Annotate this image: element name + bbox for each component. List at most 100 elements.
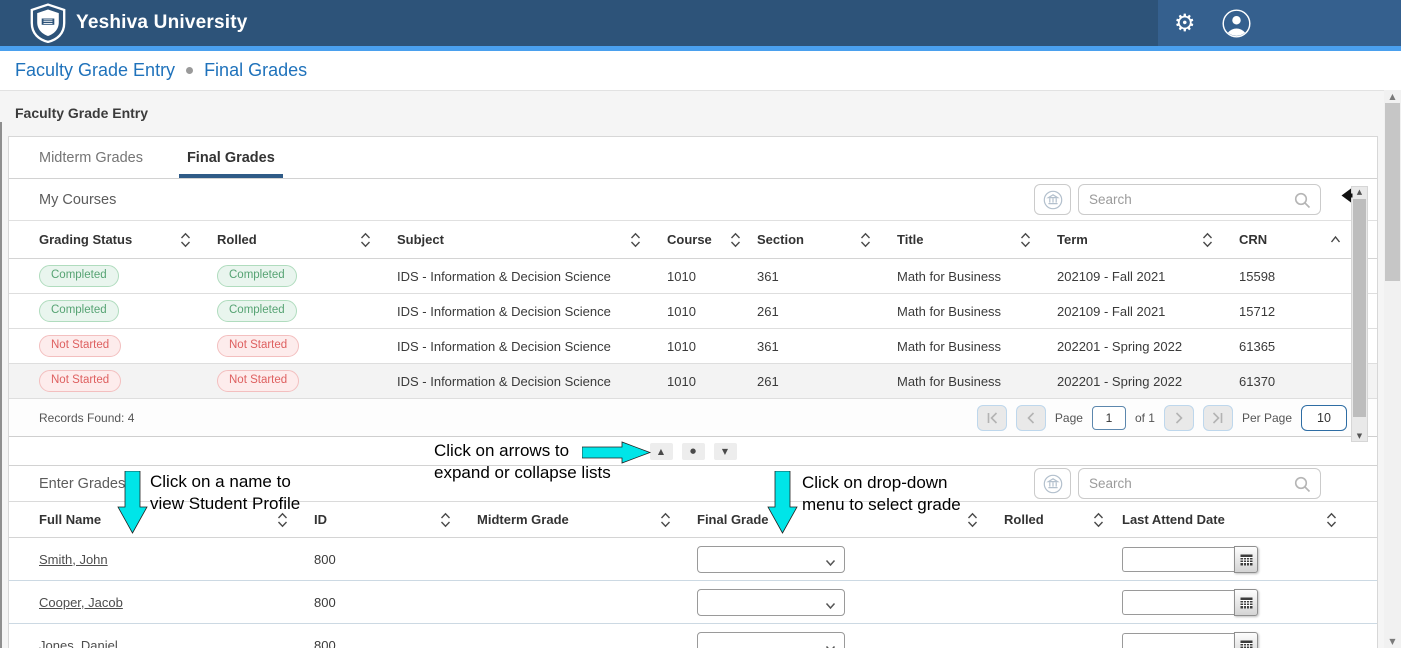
student-name-link[interactable]: Smith, John: [39, 552, 108, 567]
column-term[interactable]: Term: [1057, 232, 1239, 248]
scroll-down-icon[interactable]: ▼: [1384, 637, 1401, 646]
grading-status-badge: Completed: [39, 265, 119, 287]
calendar-icon[interactable]: [1234, 632, 1258, 648]
courses-search-input[interactable]: [1079, 192, 1320, 207]
column-rolled[interactable]: Rolled: [1004, 512, 1122, 528]
final-grade-dropdown[interactable]: [697, 632, 845, 648]
brand-name: Yeshiva University: [76, 12, 248, 34]
annotation-arrow-right-icon: [582, 441, 652, 469]
course-row[interactable]: Completed Completed IDS - Information & …: [9, 259, 1377, 294]
last-attend-date-input[interactable]: [1122, 633, 1234, 648]
last-page-button[interactable]: [1203, 405, 1233, 431]
column-last-attend-date[interactable]: Last Attend Date: [1122, 512, 1347, 528]
sort-icon: [1202, 232, 1213, 248]
courses-table-header: Grading Status Rolled Subject Course Sec…: [9, 221, 1377, 259]
user-profile-icon[interactable]: [1222, 9, 1251, 38]
sort-icon: [660, 512, 671, 528]
column-midterm-grade[interactable]: Midterm Grade: [477, 512, 697, 528]
cell-term: 202201 - Spring 2022: [1057, 374, 1239, 389]
tab-final-grades[interactable]: Final Grades: [187, 137, 275, 178]
grades-search-input[interactable]: [1079, 476, 1320, 491]
scroll-up-icon[interactable]: ▲: [1384, 92, 1401, 101]
rolled-badge: Completed: [217, 265, 297, 287]
sort-icon: [967, 512, 978, 528]
column-grading-status[interactable]: Grading Status: [39, 232, 217, 248]
collapse-up-icon[interactable]: ▲: [650, 443, 673, 460]
student-name-link[interactable]: Cooper, Jacob: [39, 595, 123, 610]
column-subject[interactable]: Subject: [397, 232, 667, 248]
scrollbar-thumb[interactable]: [1353, 199, 1366, 417]
cell-subject: IDS - Information & Decision Science: [397, 304, 667, 319]
cell-title: Math for Business: [897, 374, 1057, 389]
resize-handle-dot-icon[interactable]: ●: [682, 443, 705, 460]
scrollbar-thumb[interactable]: [1385, 103, 1400, 281]
breadcrumb-faculty-grade-entry[interactable]: Faculty Grade Entry: [15, 60, 175, 81]
cell-crn: 15598: [1239, 269, 1347, 284]
courses-tools-institution-icon[interactable]: [1034, 184, 1071, 215]
breadcrumb-final-grades[interactable]: Final Grades: [204, 60, 307, 81]
sort-icon: [860, 232, 871, 248]
left-panel-handle[interactable]: [0, 122, 2, 648]
sort-icon: [180, 232, 191, 248]
navbar-actions: ⚙: [1158, 0, 1401, 46]
column-section[interactable]: Section: [757, 232, 897, 248]
page-title: Faculty Grade Entry: [15, 105, 148, 121]
course-row[interactable]: Not Started Not Started IDS - Informatio…: [9, 364, 1377, 399]
annotation-student-profile: Click on a name to view Student Profile: [150, 471, 300, 515]
settings-gear-icon[interactable]: ⚙: [1174, 11, 1196, 35]
courses-search-box: [1078, 184, 1321, 215]
per-page-label: Per Page: [1242, 411, 1292, 425]
page-number-input[interactable]: [1092, 406, 1126, 430]
course-row[interactable]: Not Started Not Started IDS - Informatio…: [9, 329, 1377, 364]
expand-down-icon[interactable]: ▼: [714, 443, 737, 460]
content-area: Faculty Grade Entry Midterm Grades Final…: [0, 91, 1401, 648]
scroll-up-icon[interactable]: ▲: [1352, 188, 1367, 196]
calendar-icon[interactable]: [1234, 589, 1258, 616]
tab-midterm-grades[interactable]: Midterm Grades: [39, 137, 143, 178]
grades-search-box: [1078, 468, 1321, 499]
cell-term: 202201 - Spring 2022: [1057, 339, 1239, 354]
page-scrollbar[interactable]: ▲ ▼: [1384, 90, 1401, 648]
cell-section: 361: [757, 269, 897, 284]
per-page-input[interactable]: [1301, 405, 1347, 431]
cell-title: Math for Business: [897, 339, 1057, 354]
first-page-button[interactable]: [977, 405, 1007, 431]
annotation-arrow-down-icon: [767, 471, 798, 539]
sort-icon: [630, 232, 641, 248]
brand: Yeshiva University: [0, 3, 248, 43]
sort-icon: [730, 232, 741, 248]
my-courses-toolbar: My Courses: [9, 179, 1377, 221]
rolled-badge: Not Started: [217, 370, 299, 392]
column-id[interactable]: ID: [314, 512, 477, 528]
column-rolled[interactable]: Rolled: [217, 232, 397, 248]
final-grade-dropdown[interactable]: [697, 546, 845, 573]
cell-section: 261: [757, 374, 897, 389]
column-title[interactable]: Title: [897, 232, 1057, 248]
page-label: Page: [1055, 411, 1083, 425]
column-course[interactable]: Course: [667, 232, 757, 248]
scroll-down-icon[interactable]: ▼: [1352, 432, 1367, 440]
mouse-cursor: [1341, 188, 1353, 209]
course-row[interactable]: Completed Completed IDS - Information & …: [9, 294, 1377, 329]
grade-entry-panel: Midterm Grades Final Grades My Courses: [8, 136, 1378, 648]
grades-tools-institution-icon[interactable]: [1034, 468, 1071, 499]
cell-subject: IDS - Information & Decision Science: [397, 339, 667, 354]
calendar-icon[interactable]: [1234, 546, 1258, 573]
final-grade-dropdown[interactable]: [697, 589, 845, 616]
cell-title: Math for Business: [897, 304, 1057, 319]
column-crn[interactable]: CRN: [1239, 232, 1347, 247]
university-shield-logo[interactable]: [30, 3, 66, 43]
grading-status-badge: Not Started: [39, 370, 121, 392]
tab-bar: Midterm Grades Final Grades: [9, 137, 1377, 179]
courses-scrollbar[interactable]: ▲ ▼: [1351, 186, 1368, 442]
sort-icon: [440, 512, 451, 528]
last-attend-date-input[interactable]: [1122, 590, 1234, 615]
student-name-link[interactable]: Jones, Daniel: [39, 638, 118, 648]
cell-subject: IDS - Information & Decision Science: [397, 269, 667, 284]
cell-crn: 61370: [1239, 374, 1347, 389]
records-found: Records Found: 4: [39, 411, 134, 425]
next-page-button[interactable]: [1164, 405, 1194, 431]
previous-page-button[interactable]: [1016, 405, 1046, 431]
last-attend-date-input[interactable]: [1122, 547, 1234, 572]
sort-ascending-icon: [1330, 235, 1341, 244]
